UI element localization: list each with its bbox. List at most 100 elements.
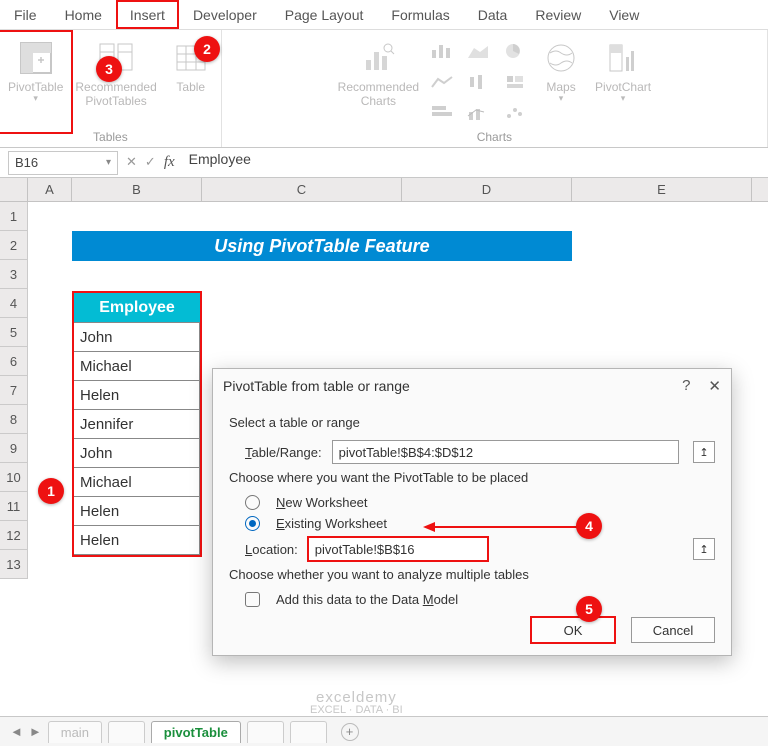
sheet-tab-active[interactable]: pivotTable [151,721,241,743]
sheet-tab[interactable] [108,721,145,743]
name-box-value: B16 [15,155,38,170]
row-header[interactable]: 11 [0,492,28,521]
pivottable-label: PivotTable [8,80,63,94]
row-header[interactable]: 12 [0,521,28,550]
col-header-d[interactable]: D [402,178,572,201]
pivottable-button[interactable]: PivotTable ▾ [2,34,69,130]
chevron-down-icon: ▾ [106,157,111,168]
maps-icon [541,38,581,78]
pie-chart-icon[interactable] [499,40,531,62]
maps-button[interactable]: Maps ▾ [533,34,589,130]
fx-icon[interactable]: fx [164,154,175,171]
recommended-pivot-label: Recommended PivotTables [75,80,156,108]
ribbon-tabs: File Home Insert Developer Page Layout F… [0,0,768,30]
scatter-chart-icon[interactable] [499,102,531,124]
table-row[interactable]: Helen [74,381,200,410]
table-range-input[interactable]: pivotTable!$B$4:$D$12 [332,440,679,464]
col-header-a[interactable]: A [28,178,72,201]
pivotchart-button[interactable]: PivotChart ▾ [589,34,657,130]
checkbox-data-model[interactable] [245,592,260,607]
label-existing-worksheet: Existing Worksheet [276,516,387,531]
tab-file[interactable]: File [0,0,51,29]
range-picker-icon[interactable]: ↥ [693,441,715,463]
row-header[interactable]: 10 [0,463,28,492]
formula-bar[interactable]: Employee [183,151,768,175]
label-data-model: Add this data to the Data Model [276,592,458,607]
column-headers: A B C D E [0,178,768,202]
sheet-nav: ◄ ► [10,724,42,739]
table-row[interactable]: Helen [74,526,200,555]
employee-table: Employee John Michael Helen Jennifer Joh… [72,291,202,557]
row-header[interactable]: 5 [0,318,28,347]
table-row[interactable]: Jennifer [74,410,200,439]
table-row[interactable]: John [74,323,200,352]
help-icon[interactable]: ? [682,377,690,395]
callout-badge-1: 1 [38,478,64,504]
cancel-formula-icon[interactable]: ✕ [126,154,137,171]
tab-review[interactable]: Review [521,0,595,29]
stat-chart-icon[interactable] [463,71,495,93]
table-row[interactable]: John [74,439,200,468]
recommended-charts-button[interactable]: Recommended Charts [332,34,425,130]
tab-formulas[interactable]: Formulas [377,0,463,29]
table-row[interactable]: Michael [74,352,200,381]
row-header[interactable]: 3 [0,260,28,289]
sheet-nav-next-icon[interactable]: ► [29,724,42,739]
recommended-pivottables-button[interactable]: Recommended PivotTables [69,34,162,130]
row-header[interactable]: 4 [0,289,28,318]
enter-formula-icon[interactable]: ✓ [145,154,156,171]
name-box[interactable]: B16 ▾ [8,151,118,175]
tab-page-layout[interactable]: Page Layout [271,0,378,29]
line-chart-icon[interactable] [427,71,459,93]
formula-buttons: ✕ ✓ fx [126,154,175,171]
employee-header: Employee [74,293,200,323]
col-header-b[interactable]: B [72,178,202,201]
tab-home[interactable]: Home [51,0,116,29]
row-header[interactable]: 13 [0,550,28,579]
tab-insert[interactable]: Insert [116,0,179,29]
tab-data[interactable]: Data [464,0,522,29]
row-header[interactable]: 6 [0,347,28,376]
label-new-worksheet: New Worksheet [276,495,368,510]
column-chart-icon[interactable] [427,40,459,62]
area-chart-icon[interactable] [463,40,495,62]
sheet-tab[interactable]: main [48,721,102,743]
section-choose-placement: Choose where you want the PivotTable to … [229,470,715,485]
add-sheet-icon[interactable]: + [341,723,359,741]
col-header-c[interactable]: C [202,178,402,201]
radio-existing-worksheet[interactable] [245,516,260,531]
col-header-e[interactable]: E [572,178,752,201]
tab-view[interactable]: View [595,0,653,29]
dialog-titlebar: PivotTable from table or range ? ✕ [213,369,731,403]
location-input[interactable]: pivotTable!$B$16 [308,537,488,561]
bar-chart-icon[interactable] [427,102,459,124]
range-picker-icon[interactable]: ↥ [693,538,715,560]
radio-new-worksheet[interactable] [245,495,260,510]
charts-group-label: Charts [477,130,512,146]
table-row[interactable]: Michael [74,468,200,497]
row-header[interactable]: 1 [0,202,28,231]
tab-developer[interactable]: Developer [179,0,271,29]
sheet-nav-prev-icon[interactable]: ◄ [10,724,23,739]
watermark-brand: exceldemy [310,692,403,704]
maps-label: Maps [546,80,575,94]
callout-badge-5: 5 [576,596,602,622]
section-select-range: Select a table or range [229,415,715,430]
row-header[interactable]: 8 [0,405,28,434]
sheet-tab[interactable] [290,721,327,743]
select-all-corner[interactable] [0,178,28,201]
close-icon[interactable]: ✕ [708,377,721,395]
chevron-down-icon: ▾ [621,94,626,102]
sheet-tab-bar: ◄ ► main pivotTable + [0,716,768,746]
combo-chart-icon[interactable] [463,102,495,124]
row-header[interactable]: 2 [0,231,28,260]
ok-button[interactable]: OK [531,617,615,643]
table-row[interactable]: Helen [74,497,200,526]
formula-bar-row: B16 ▾ ✕ ✓ fx Employee [0,148,768,178]
row-header[interactable]: 7 [0,376,28,405]
cancel-button[interactable]: Cancel [631,617,715,643]
sheet-tab[interactable] [247,721,284,743]
section-multi-tables: Choose whether you want to analyze multi… [229,567,715,582]
hierarchy-chart-icon[interactable] [499,71,531,93]
row-header[interactable]: 9 [0,434,28,463]
